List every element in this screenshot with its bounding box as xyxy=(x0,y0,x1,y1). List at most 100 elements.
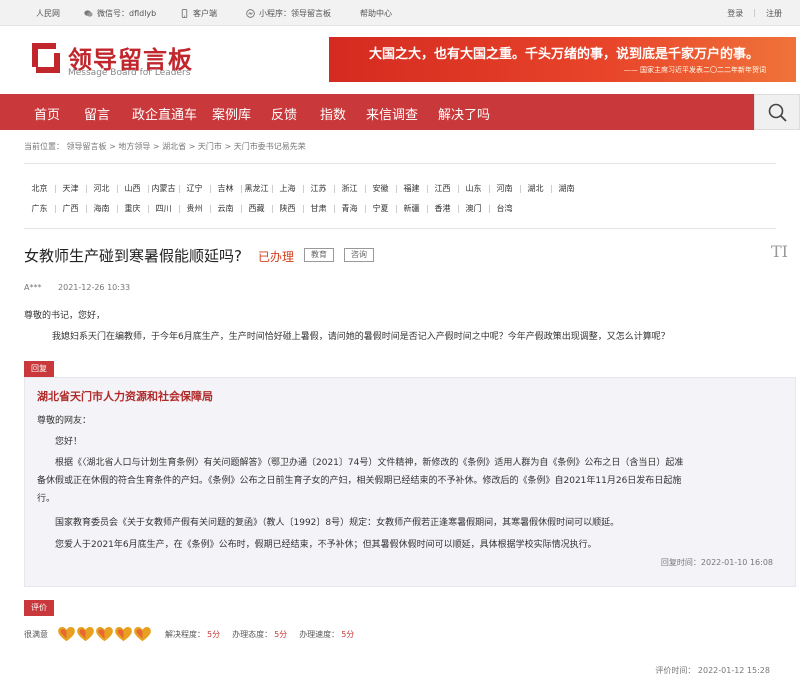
region-link[interactable]: 西藏 xyxy=(241,203,272,214)
status-badge: 已办理 xyxy=(258,250,295,264)
topbar-separator: | xyxy=(753,8,756,17)
message-title: 女教师生产碰到寒暑假能顺延吗? xyxy=(24,247,242,265)
region-link[interactable]: 广西 xyxy=(55,203,86,214)
region-link[interactable]: 黑龙江 xyxy=(241,183,272,194)
region-link[interactable]: 甘肃 xyxy=(303,203,334,214)
heart-rating xyxy=(58,627,151,642)
reply-paragraph-1b: 备休假或正在休假的符合生育条件的产妇。《条例》公布之日前生育子女的产妇，相关假期… xyxy=(37,476,682,486)
reply-paragraph-1c: 行。 xyxy=(37,494,56,504)
heart-icon xyxy=(58,627,75,642)
message-author: A*** xyxy=(24,283,42,292)
message-body: 我媳妇系天门在编教师，于今年6月底生产，生产时间恰好碰上暑假，请问她的暑假时间是… xyxy=(52,332,670,342)
resolution-label: 解决程度： xyxy=(165,630,205,639)
region-link[interactable]: 江西 xyxy=(427,183,458,194)
client-label: 客户端 xyxy=(193,9,217,18)
region-link[interactable]: 新疆 xyxy=(396,203,427,214)
nav-item-cases[interactable]: 案例库 xyxy=(212,104,251,123)
heart-icon xyxy=(134,627,151,642)
help-link[interactable]: 帮助中心 xyxy=(360,8,392,19)
nav-item-index[interactable]: 指数 xyxy=(320,104,346,123)
wechat-label: 微信号：dfldlyb xyxy=(97,9,157,18)
reply-org: 湖北省天门市人力资源和社会保障局 xyxy=(37,390,213,403)
region-link[interactable]: 安徽 xyxy=(365,183,396,194)
evaluation-label: 评价 xyxy=(24,600,54,616)
miniprogram-icon xyxy=(246,9,255,18)
register-link[interactable]: 注册 xyxy=(766,8,782,19)
region-link[interactable]: 四川 xyxy=(148,203,179,214)
reply-box: 湖北省天门市人力资源和社会保障局 尊敬的网友： 您好！ 根据《〈湖北省人口与计划… xyxy=(24,377,796,587)
font-size-icon[interactable]: TI xyxy=(771,242,788,261)
region-link[interactable]: 青海 xyxy=(334,203,365,214)
region-link[interactable]: 贵州 xyxy=(179,203,210,214)
message-meta: A*** 2021-12-26 10:33 xyxy=(24,283,130,292)
region-link[interactable]: 天津 xyxy=(55,183,86,194)
region-link[interactable]: 河北 xyxy=(86,183,117,194)
nav-item-messages[interactable]: 留言 xyxy=(84,104,110,123)
region-link[interactable]: 福建 xyxy=(396,183,427,194)
region-link[interactable]: 香港 xyxy=(427,203,458,214)
nav-item-home[interactable]: 首页 xyxy=(34,104,60,123)
region-link[interactable]: 江苏 xyxy=(303,183,334,194)
breadcrumb: 当前位置： 领导留言板 > 地方领导 > 湖北省 > 天门市 > 天门市委书记易… xyxy=(24,142,306,151)
region-link[interactable]: 上海 xyxy=(272,183,303,194)
message-time: 2021-12-26 10:33 xyxy=(58,283,131,292)
attitude-score: 5分 xyxy=(274,630,288,639)
wechat-icon xyxy=(84,10,93,17)
region-link[interactable]: 湖南 xyxy=(551,183,582,194)
speed-label: 办理速度： xyxy=(299,630,340,639)
miniprogram-label: 小程序：领导留言板 xyxy=(259,9,331,18)
region-link[interactable]: 吉林 xyxy=(210,183,241,194)
reply-paragraph-3: 您爱人于2021年6月底生产，在《条例》公布时，假期已经结束，不予补休；但其暑假… xyxy=(55,540,597,550)
logo[interactable] xyxy=(26,41,62,78)
heart-icon xyxy=(96,627,113,642)
top-bar: 人民网 微信号：dfldlyb 客户端 小程序：领导留言板 帮助中心 登录 | … xyxy=(0,0,800,26)
region-link[interactable]: 台湾 xyxy=(489,203,520,214)
region-link[interactable]: 浙江 xyxy=(334,183,365,194)
nav-item-solved[interactable]: 解决了吗 xyxy=(438,104,490,123)
search-icon xyxy=(768,103,787,122)
region-link[interactable]: 海南 xyxy=(86,203,117,214)
nav-item-survey[interactable]: 来信调查 xyxy=(366,104,418,123)
region-link[interactable]: 内蒙古 xyxy=(148,183,179,194)
reply-time: 回复时间：2022-01-10 16:08 xyxy=(660,558,773,567)
nav-item-feedback[interactable]: 反馈 xyxy=(271,104,297,123)
people-link[interactable]: 人民网 xyxy=(36,8,60,19)
search-button[interactable] xyxy=(754,94,800,130)
nav-item-enterprise[interactable]: 政企直通车 xyxy=(132,104,197,123)
reply-label: 回复 xyxy=(24,361,54,377)
banner-sub-text: —— 国家主席习近平发表二〇二二年新年贺词 xyxy=(623,66,766,74)
client-link[interactable]: 客户端 xyxy=(180,8,217,19)
region-row-2: 广东 广西 海南 重庆 四川 贵州 云南 西藏 陕西 甘肃 青海 宁夏 新疆 香港 澳门 台湾 xyxy=(24,198,784,218)
region-link[interactable]: 河南 xyxy=(489,183,520,194)
speed-score: 5分 xyxy=(341,630,355,639)
miniprogram-link[interactable]: 小程序：领导留言板 xyxy=(246,8,331,19)
logo-icon xyxy=(32,43,60,73)
banner-main-text: 大国之大，也有大国之重。千头万绪的事，说到底是千家万户的事。 xyxy=(369,47,760,62)
reply-paragraph-1a: 根据《〈湖北省人口与计划生育条例〉有关问题解答》（鄂卫办通〔2021〕74号）文… xyxy=(55,458,684,468)
reply-paragraph-2: 国家教育委员会《关于女教师产假有关问题的复函》（教人〔1992〕8号）规定：女教… xyxy=(55,518,620,528)
tag-consult[interactable]: 咨询 xyxy=(344,248,374,262)
region-link[interactable]: 山东 xyxy=(458,183,489,194)
region-link[interactable]: 山西 xyxy=(117,183,148,194)
login-link[interactable]: 登录 xyxy=(727,8,743,19)
region-link[interactable]: 陕西 xyxy=(272,203,303,214)
help-label: 帮助中心 xyxy=(360,9,392,18)
region-link[interactable]: 湖北 xyxy=(520,183,551,194)
region-link[interactable]: 广东 xyxy=(24,203,55,214)
resolution-score: 5分 xyxy=(207,630,221,639)
heart-icon xyxy=(115,627,132,642)
region-list: 北京 天津 河北 山西 内蒙古 辽宁 吉林 黑龙江 上海 江苏 浙江 安徽 福建 江西 山东 河南 湖北 湖南 广… xyxy=(24,178,784,218)
region-link[interactable]: 重庆 xyxy=(117,203,148,214)
region-link[interactable]: 辽宁 xyxy=(179,183,210,194)
tag-education[interactable]: 教育 xyxy=(304,248,334,262)
region-link[interactable]: 云南 xyxy=(210,203,241,214)
wechat-link[interactable]: 微信号：dfldlyb xyxy=(84,8,156,19)
main-nav: 首页 留言 政企直通车 案例库 反馈 指数 来信调查 解决了吗 xyxy=(0,94,800,130)
message-greeting: 尊敬的书记，您好， xyxy=(24,311,106,321)
region-link[interactable]: 北京 xyxy=(24,183,55,194)
region-link[interactable]: 澳门 xyxy=(458,203,489,214)
region-link[interactable]: 宁夏 xyxy=(365,203,396,214)
banner[interactable]: 大国之大，也有大国之重。千头万绪的事，说到底是千家万户的事。 —— 国家主席习近… xyxy=(329,37,796,82)
region-divider xyxy=(24,228,776,229)
heart-icon xyxy=(77,627,94,642)
